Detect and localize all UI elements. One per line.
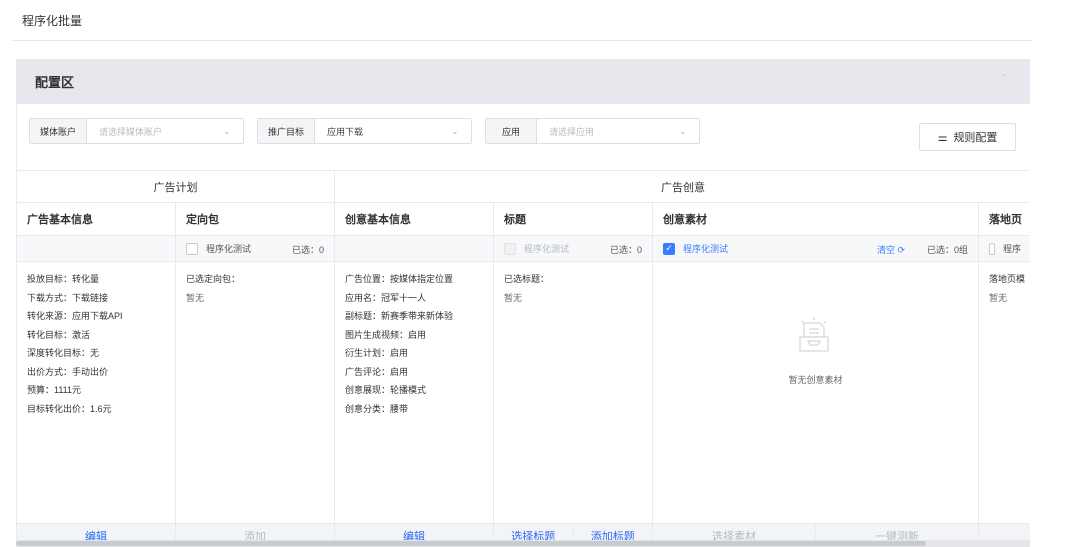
column-subheader: 程序 — [979, 236, 1030, 262]
chevron-down-icon: ⌄ — [223, 126, 231, 136]
checkbox[interactable] — [186, 242, 198, 255]
info-line: 已选标题： — [504, 274, 550, 284]
column-landing: 落地页 程序 落地页模 暂无 — [979, 203, 1030, 547]
horizontal-scrollbar[interactable] — [16, 540, 1030, 547]
info-line: 衍生计划：启用 — [345, 348, 409, 358]
chevron-down-icon: ⌄ — [679, 126, 687, 136]
info-line: 广告评论：启用 — [345, 366, 409, 377]
info-line: 暂无 — [989, 292, 1008, 303]
column-subheader: ✓ 程序化测试 清空 ⟳ 已选：0组 — [653, 236, 978, 262]
column-header: 标题 — [494, 203, 652, 236]
promo-goal-select[interactable]: 推广目标 应用下载 ⌄ — [257, 118, 472, 144]
info-line: 预算：1111元 — [27, 385, 82, 395]
chevron-down-icon: ⌄ — [451, 126, 459, 136]
checkbox-label: 程序化测试 — [206, 244, 252, 254]
column-body: 落地页模 暂无 — [979, 262, 1030, 315]
app-label: 应用 — [486, 119, 538, 143]
info-line: 暂无 — [504, 292, 523, 303]
info-line: 转化目标：激活 — [27, 329, 91, 340]
sliders-icon: ⚌ — [937, 131, 948, 144]
panel-header[interactable]: 配置区 ⌃ — [17, 59, 1030, 104]
column-subheader: 程序化测试 已选：0 — [494, 236, 652, 262]
info-line: 下载方式：下载链接 — [27, 292, 109, 303]
column-targeting: 定向包 程序化测试 已选：0 已选定向包： 暂无 添加 — [176, 203, 335, 547]
column-title: 标题 程序化测试 已选：0 已选标题： 暂无 选择标题 添加标题 — [494, 203, 653, 547]
empty-inbox-icon — [799, 317, 829, 352]
group-plan: 广告计划 — [17, 171, 335, 203]
info-line: 创意分类：腰带 — [345, 403, 409, 414]
column-subheader — [17, 236, 175, 262]
media-account-select[interactable]: 媒体账户 请选择媒体账户 ⌄ — [29, 118, 244, 144]
config-panel: 配置区 ⌃ 媒体账户 请选择媒体账户 ⌄ 推广目标 应用下载 ⌄ 应用 请选择应… — [16, 59, 1030, 547]
column-body: 广告位置：按媒体指定位置 应用名：冠军十一人 副标题：新赛季带来新体验 图片生成… — [335, 262, 493, 426]
column-body: 已选定向包： 暂无 — [176, 262, 334, 315]
selected-count: 已选：0 — [609, 245, 642, 255]
config-grid: 广告计划 广告创意 广告基本信息 投放目标：转化量 下载方式：下载链接 转化来源… — [17, 170, 1030, 547]
page-title: 程序化批量 — [22, 14, 83, 28]
promo-goal-value: 应用下载 — [327, 126, 364, 137]
scrollbar-thumb[interactable] — [16, 541, 926, 546]
column-body: 投放目标：转化量 下载方式：下载链接 转化来源：应用下载API 转化目标：激活 … — [17, 262, 175, 426]
info-line: 落地页模 — [989, 274, 1026, 284]
info-line: 投放目标：转化量 — [27, 274, 100, 284]
filter-bar: 媒体账户 请选择媒体账户 ⌄ 推广目标 应用下载 ⌄ 应用 请选择应用 ⌄ — [29, 118, 1029, 158]
column-basic-info: 广告基本信息 投放目标：转化量 下载方式：下载链接 转化来源：应用下载API 转… — [17, 203, 176, 547]
checkbox[interactable]: ✓ — [663, 242, 675, 255]
selected-count: 已选：0 — [291, 245, 324, 255]
checkbox-label: 程序 — [1002, 244, 1021, 254]
panel-title: 配置区 — [35, 75, 75, 90]
checkbox[interactable] — [989, 242, 995, 255]
chevron-up-icon[interactable]: ⌃ — [1001, 73, 1008, 82]
info-line: 已选定向包： — [186, 274, 241, 284]
info-line: 转化来源：应用下载API — [27, 311, 123, 321]
info-line: 暂无 — [186, 292, 205, 303]
info-line: 深度转化目标：无 — [27, 348, 100, 358]
rule-config-label: 规则配置 — [953, 132, 998, 144]
column-header: 创意素材 — [653, 203, 978, 236]
column-subheader: 程序化测试 已选：0 — [176, 236, 334, 262]
info-line: 应用名：冠军十一人 — [345, 292, 427, 303]
column-header: 广告基本信息 — [17, 203, 175, 236]
group-creative: 广告创意 — [335, 171, 1030, 203]
selected-count: 已选：0组 — [926, 245, 968, 255]
column-material: 创意素材 ✓ 程序化测试 清空 ⟳ 已选：0组 暂无创意素材 选择素材 一键测新 — [653, 203, 979, 547]
clear-button[interactable]: 清空 ⟳ — [877, 243, 905, 256]
info-line: 创意展现：轮播模式 — [345, 385, 427, 395]
media-account-placeholder: 请选择媒体账户 — [99, 126, 163, 137]
rule-config-button[interactable]: ⚌ 规则配置 — [919, 123, 1016, 151]
checkbox-label: 程序化测试 — [524, 244, 570, 254]
info-line: 目标转化出价：1.6元 — [27, 403, 112, 414]
column-header: 落地页 — [979, 203, 1030, 236]
column-body: 已选标题： 暂无 — [494, 262, 652, 315]
info-line: 副标题：新赛季带来新体验 — [345, 311, 454, 321]
media-account-label: 媒体账户 — [30, 119, 88, 143]
promo-goal-label: 推广目标 — [258, 119, 316, 143]
info-line: 广告位置：按媒体指定位置 — [345, 274, 454, 284]
app-select[interactable]: 应用 请选择应用 ⌄ — [485, 118, 700, 144]
info-line: 出价方式：手动出价 — [27, 366, 109, 377]
column-header: 定向包 — [176, 203, 334, 236]
column-subheader — [335, 236, 493, 262]
empty-text: 暂无创意素材 — [788, 375, 843, 385]
info-line: 图片生成视频：启用 — [345, 329, 427, 340]
app-placeholder: 请选择应用 — [549, 126, 595, 137]
checkbox-label: 程序化测试 — [683, 244, 729, 254]
column-header: 创意基本信息 — [335, 203, 493, 236]
column-creative-basic: 创意基本信息 广告位置：按媒体指定位置 应用名：冠军十一人 副标题：新赛季带来新… — [335, 203, 494, 547]
divider — [12, 40, 1032, 41]
checkbox[interactable] — [504, 242, 516, 255]
